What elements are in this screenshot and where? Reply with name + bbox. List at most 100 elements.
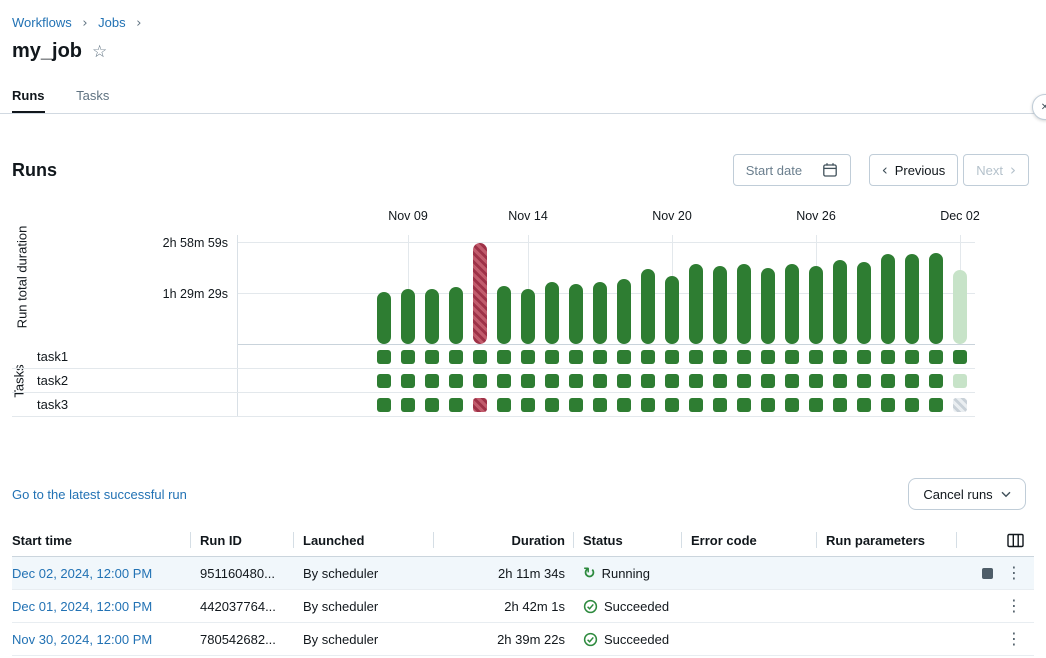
task-run-cell[interactable]: [521, 374, 535, 388]
task-run-cell[interactable]: [401, 350, 415, 364]
task-run-cell[interactable]: [497, 398, 511, 412]
run-duration-bar[interactable]: [761, 268, 775, 344]
task-run-cell[interactable]: [785, 350, 799, 364]
task-run-cell[interactable]: [785, 398, 799, 412]
task-run-cell[interactable]: [473, 374, 487, 388]
column-header-duration[interactable]: Duration: [433, 524, 573, 557]
run-duration-bar[interactable]: [449, 287, 463, 344]
task-run-cell[interactable]: [881, 350, 895, 364]
task-run-cell[interactable]: [617, 350, 631, 364]
task-run-cell[interactable]: [593, 350, 607, 364]
task-run-cell[interactable]: [881, 374, 895, 388]
next-button[interactable]: Next ›: [963, 154, 1029, 186]
task-run-cell[interactable]: [377, 398, 391, 412]
task-run-cell[interactable]: [545, 398, 559, 412]
run-duration-bar[interactable]: [569, 284, 583, 344]
task-run-cell[interactable]: [593, 398, 607, 412]
task-run-cell[interactable]: [665, 350, 679, 364]
task-run-cell[interactable]: [497, 350, 511, 364]
task-run-cell[interactable]: [737, 350, 751, 364]
stop-run-icon[interactable]: [982, 568, 993, 579]
run-duration-bar[interactable]: [737, 264, 751, 344]
task-run-cell[interactable]: [497, 374, 511, 388]
latest-successful-run-link[interactable]: Go to the latest successful run: [12, 487, 187, 502]
run-duration-bar[interactable]: [785, 264, 799, 344]
run-row[interactable]: Dec 02, 2024, 12:00 PM951160480...By sch…: [12, 557, 1034, 590]
run-duration-bar[interactable]: [545, 282, 559, 344]
row-menu-icon[interactable]: ⋮: [1006, 565, 1022, 581]
task-run-cell[interactable]: [761, 350, 775, 364]
task-run-cell[interactable]: [905, 350, 919, 364]
task-run-cell[interactable]: [593, 374, 607, 388]
run-duration-bar[interactable]: [497, 286, 511, 344]
run-duration-bar[interactable]: [425, 289, 439, 344]
run-duration-bar[interactable]: [665, 276, 679, 344]
task-run-cell[interactable]: [761, 374, 775, 388]
task-run-cell[interactable]: [785, 374, 799, 388]
task-run-cell[interactable]: [713, 398, 727, 412]
cancel-runs-button[interactable]: Cancel runs: [908, 478, 1026, 510]
task-run-cell[interactable]: [521, 398, 535, 412]
task-run-cell[interactable]: [689, 398, 703, 412]
run-duration-bar[interactable]: [713, 266, 727, 344]
task-run-cell[interactable]: [569, 398, 583, 412]
task-run-cell[interactable]: [641, 350, 655, 364]
task-run-cell[interactable]: [953, 398, 967, 412]
task-run-cell[interactable]: [713, 374, 727, 388]
task-run-cell[interactable]: [545, 350, 559, 364]
task-run-cell[interactable]: [929, 374, 943, 388]
run-duration-bar[interactable]: [809, 266, 823, 344]
breadcrumb-jobs-link[interactable]: Jobs: [98, 15, 125, 30]
task-run-cell[interactable]: [377, 350, 391, 364]
task-run-cell[interactable]: [857, 350, 871, 364]
task-run-cell[interactable]: [833, 350, 847, 364]
task-run-cell[interactable]: [473, 350, 487, 364]
task-run-cell[interactable]: [665, 398, 679, 412]
run-duration-bar[interactable]: [953, 270, 967, 344]
breadcrumb-workflows-link[interactable]: Workflows: [12, 15, 72, 30]
task-run-cell[interactable]: [449, 398, 463, 412]
column-header-run-id[interactable]: Run ID: [190, 524, 293, 557]
column-header-start-time[interactable]: Start time: [12, 524, 190, 557]
run-duration-bar[interactable]: [689, 264, 703, 344]
task-run-cell[interactable]: [833, 398, 847, 412]
task-run-cell[interactable]: [689, 350, 703, 364]
task-run-cell[interactable]: [809, 374, 823, 388]
task-run-cell[interactable]: [473, 398, 487, 412]
task-run-cell[interactable]: [761, 398, 775, 412]
previous-button[interactable]: ‹ Previous: [869, 154, 959, 186]
task-run-cell[interactable]: [641, 398, 655, 412]
task-run-cell[interactable]: [545, 374, 559, 388]
start-date-button[interactable]: Start date: [733, 154, 851, 186]
task-run-cell[interactable]: [449, 374, 463, 388]
run-duration-bar[interactable]: [401, 289, 415, 344]
run-duration-bar[interactable]: [641, 269, 655, 344]
task-run-cell[interactable]: [665, 374, 679, 388]
task-run-cell[interactable]: [881, 398, 895, 412]
run-duration-bar[interactable]: [881, 254, 895, 344]
task-run-cell[interactable]: [617, 374, 631, 388]
task-run-cell[interactable]: [809, 398, 823, 412]
task-run-cell[interactable]: [905, 398, 919, 412]
run-duration-bar[interactable]: [377, 292, 391, 344]
task-run-cell[interactable]: [689, 374, 703, 388]
run-duration-bar[interactable]: [905, 254, 919, 344]
task-run-cell[interactable]: [953, 374, 967, 388]
task-run-cell[interactable]: [857, 398, 871, 412]
row-menu-icon[interactable]: ⋮: [1006, 631, 1022, 647]
run-duration-bar[interactable]: [593, 282, 607, 344]
task-run-cell[interactable]: [569, 374, 583, 388]
run-start-time-link[interactable]: Nov 30, 2024, 12:00 PM: [12, 632, 152, 647]
column-picker-icon[interactable]: [1007, 533, 1024, 548]
task-run-cell[interactable]: [641, 374, 655, 388]
run-start-time-link[interactable]: Dec 01, 2024, 12:00 PM: [12, 599, 152, 614]
column-header-status[interactable]: Status: [573, 524, 681, 557]
run-duration-bar[interactable]: [857, 262, 871, 344]
run-duration-bar[interactable]: [833, 260, 847, 344]
task-run-cell[interactable]: [833, 374, 847, 388]
task-run-cell[interactable]: [425, 350, 439, 364]
column-header-error-code[interactable]: Error code: [681, 524, 816, 557]
favorite-star-icon[interactable]: ☆: [92, 42, 107, 62]
task-run-cell[interactable]: [857, 374, 871, 388]
task-run-cell[interactable]: [929, 350, 943, 364]
